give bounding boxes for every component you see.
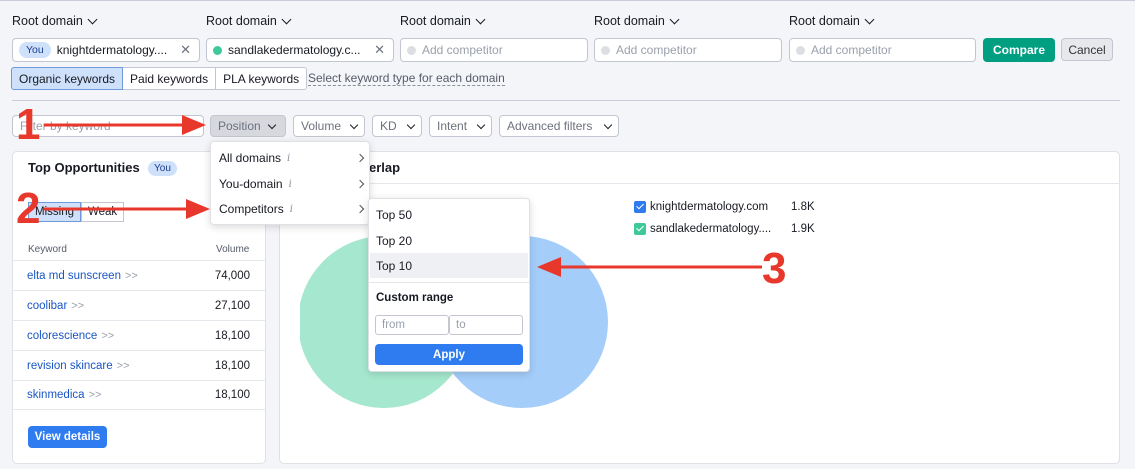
annotation-arrow-1 [44,115,206,135]
annotation-arrows [44,115,762,277]
annotation-arrow-3 [537,257,762,277]
annotation-arrow-2 [44,199,210,219]
tab-organic-keywords[interactable]: Organic keywords [11,67,124,90]
